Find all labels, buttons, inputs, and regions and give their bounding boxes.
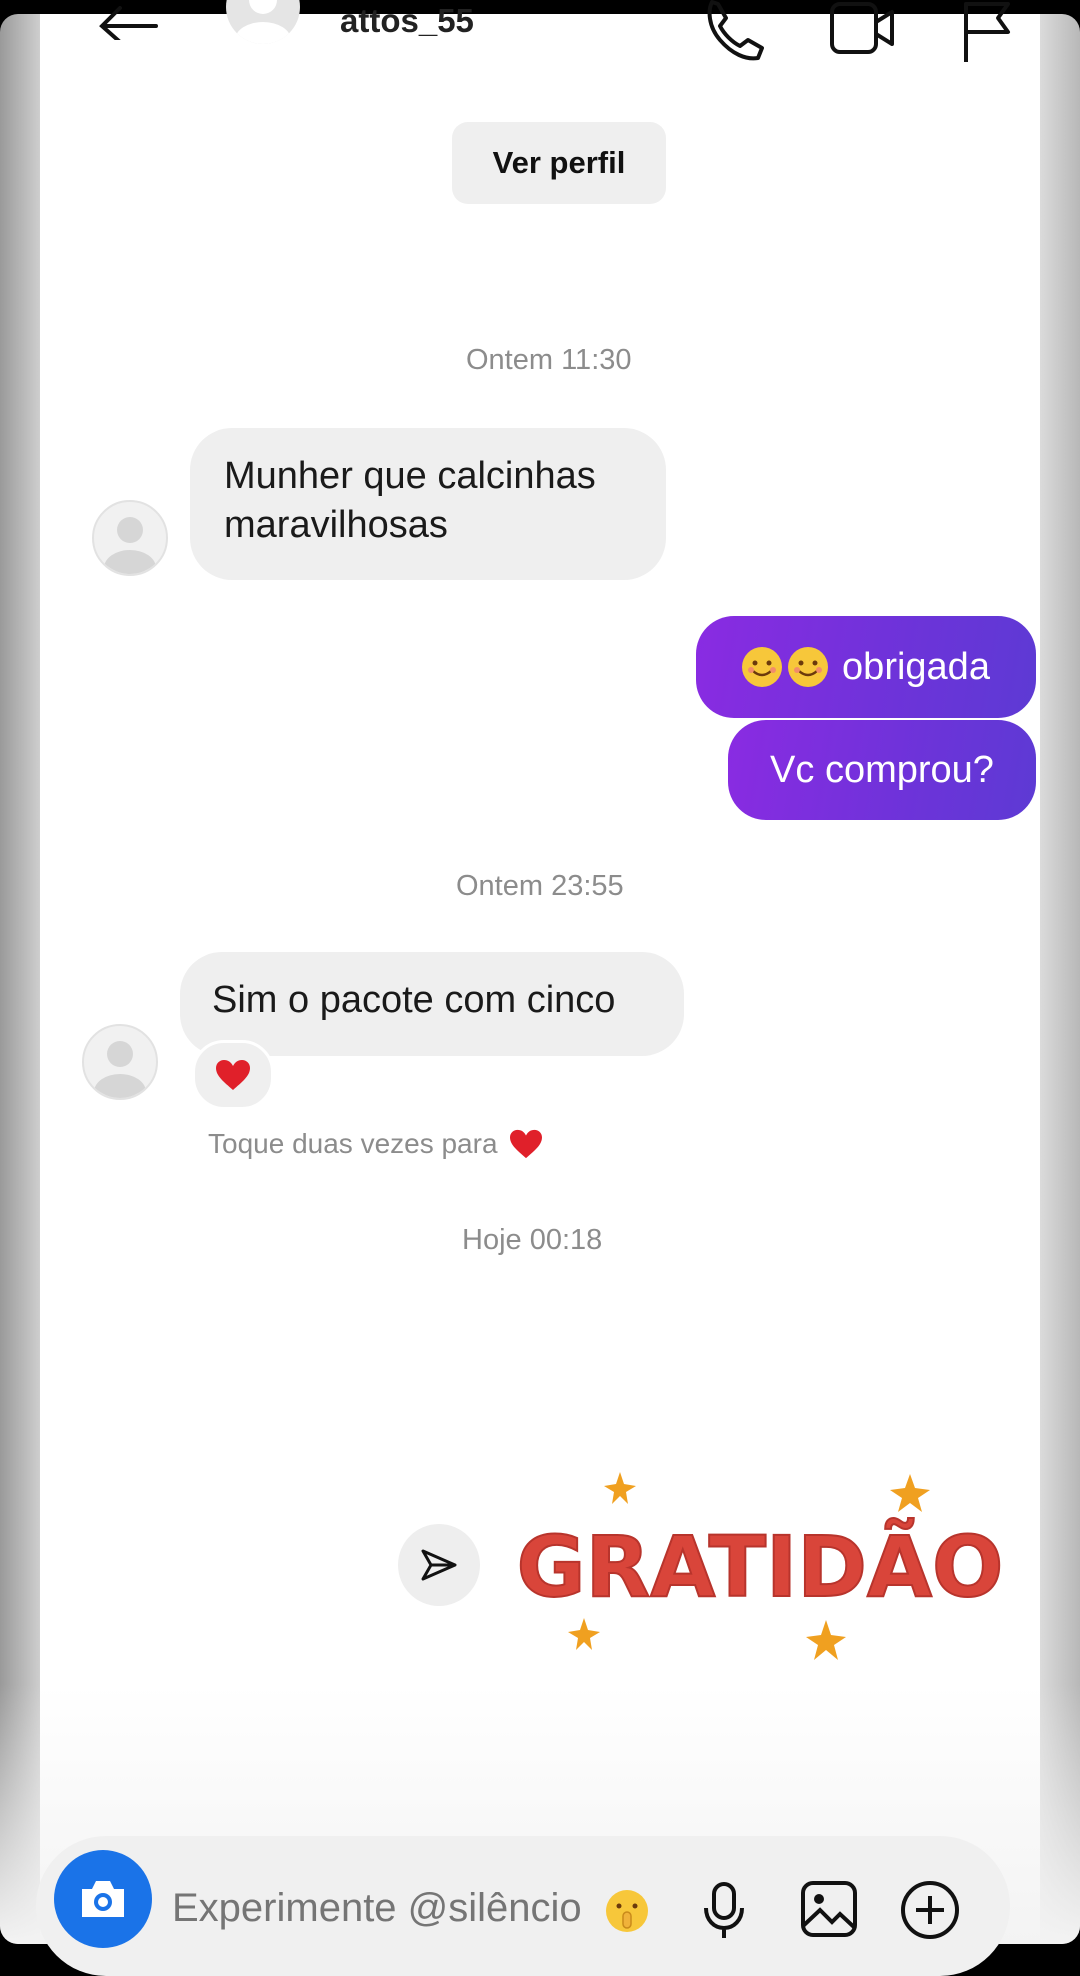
back-arrow-icon[interactable]: [96, 0, 160, 40]
smiling-face-icon: [788, 647, 829, 687]
send-arrow-icon: [421, 1549, 457, 1581]
timestamp: Hoje 00:18: [462, 1224, 603, 1256]
outgoing-message[interactable]: obrigada: [696, 616, 1036, 718]
microphone-icon[interactable]: [700, 1880, 748, 1940]
incoming-message[interactable]: Munher que calcinhas maravilhosas: [190, 428, 666, 580]
outgoing-message-text: obrigada: [842, 645, 990, 688]
sender-avatar[interactable]: [92, 500, 168, 576]
outgoing-message[interactable]: Vc comprou?: [728, 720, 1036, 820]
incoming-message[interactable]: Sim o pacote com cinco: [180, 952, 684, 1056]
red-heart-icon: [509, 1129, 542, 1159]
sticker-text: GRATIDÃO: [517, 1518, 1004, 1616]
view-profile-button[interactable]: Ver perfil: [452, 122, 666, 204]
gallery-icon[interactable]: [800, 1880, 858, 1938]
timestamp: Ontem 11:30: [466, 344, 632, 376]
smiling-face-icon: [742, 647, 783, 687]
header-username[interactable]: attos_55: [340, 2, 474, 40]
double-tap-hint-text: Toque duas vezes para: [208, 1128, 498, 1159]
message-input[interactable]: [172, 1880, 672, 1936]
video-call-icon[interactable]: [828, 0, 896, 56]
camera-icon: [82, 1881, 124, 1917]
gratitude-sticker[interactable]: GRATIDÃO: [510, 1470, 1010, 1670]
double-tap-hint: Toque duas vezes para: [208, 1128, 544, 1160]
phone-call-icon[interactable]: [700, 0, 766, 66]
timestamp: Ontem 23:55: [456, 870, 624, 902]
sender-avatar[interactable]: [82, 1024, 158, 1100]
shushing-face-icon: [604, 1888, 650, 1939]
camera-button[interactable]: [54, 1850, 152, 1948]
report-flag-icon[interactable]: [960, 0, 1014, 64]
heart-reaction[interactable]: [192, 1040, 274, 1110]
share-button[interactable]: [398, 1524, 480, 1606]
red-heart-icon: [216, 1060, 250, 1090]
add-icon[interactable]: [900, 1880, 960, 1940]
